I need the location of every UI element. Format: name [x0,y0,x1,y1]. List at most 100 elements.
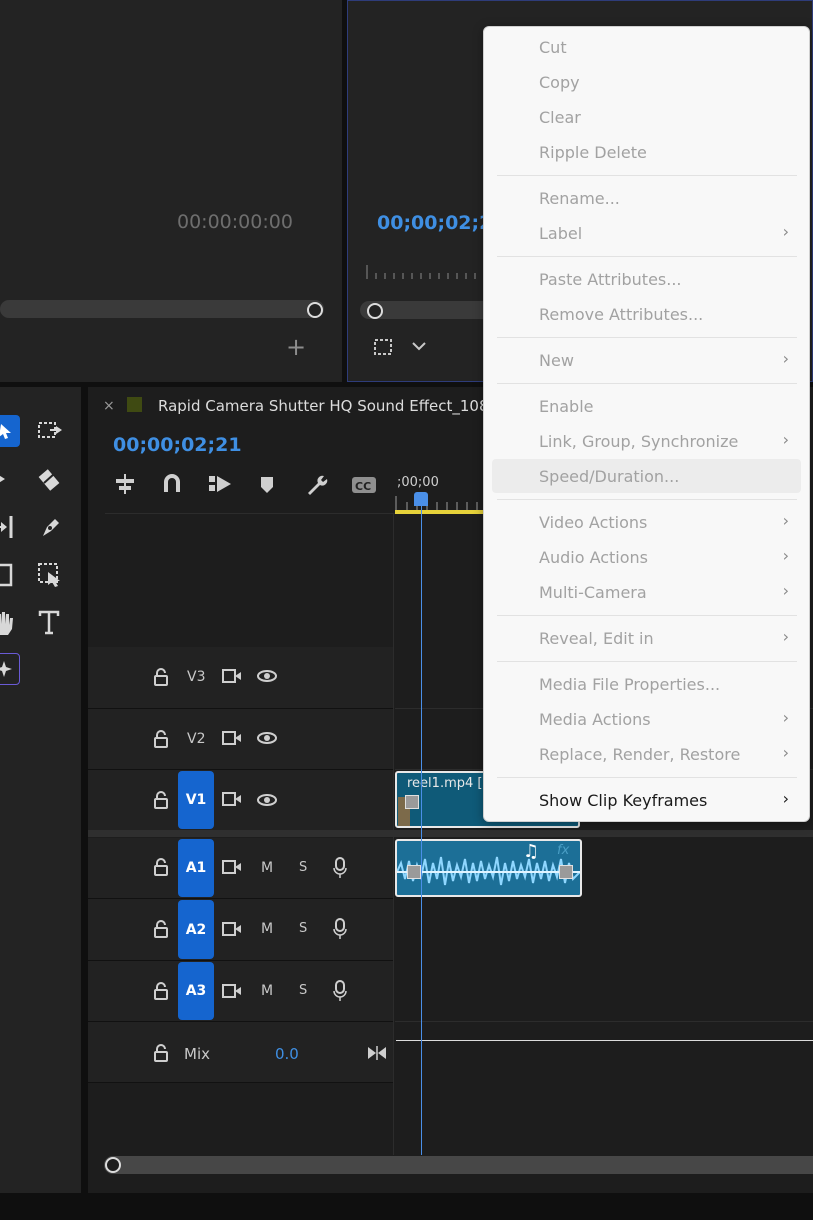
menu-item-rename[interactable]: Rename... [539,189,620,208]
audio-waveform [397,856,580,886]
camera-toggle-icon[interactable] [222,730,242,750]
mix-label: Mix [184,1045,210,1063]
menu-item-remove-attributes[interactable]: Remove Attributes... [539,305,703,324]
menu-item-show-clip-keyframes[interactable]: Show Clip Keyframes [539,791,707,810]
marker-icon[interactable] [257,474,277,496]
track-select-icon[interactable] [34,415,66,447]
lock-icon[interactable] [152,858,170,880]
track-label-v3: V3 [187,669,206,685]
add-icon[interactable]: + [286,333,306,361]
menu-item-ripple-delete[interactable]: Ripple Delete [539,143,647,162]
eye-icon[interactable] [257,793,277,811]
menu-item-paste-attributes[interactable]: Paste Attributes... [539,270,682,289]
menu-separator [497,777,797,778]
type-icon[interactable] [34,607,66,639]
track-header-mix[interactable] [88,1022,393,1083]
camera-toggle-icon[interactable] [222,668,242,688]
lock-icon[interactable] [152,668,170,690]
menu-item-multi-camera[interactable]: Multi-Camera [539,583,647,602]
mix-volume-line[interactable] [396,1040,813,1041]
generative-icon[interactable] [0,653,20,685]
music-note-icon: ♫ [523,841,540,862]
menu-item-enable[interactable]: Enable [539,397,594,416]
menu-item-replace-render-restore[interactable]: Replace, Render, Restore [539,745,740,764]
source-patch-a3[interactable]: A3 [178,962,214,1020]
menu-item-cut[interactable]: Cut [539,38,567,57]
fx-badge[interactable]: fx [557,843,569,858]
ripple-edit-icon[interactable] [0,463,18,495]
solo-button[interactable]: S [299,921,307,936]
go-to-edit-icon[interactable] [367,1045,387,1065]
program-scrub-knob[interactable] [367,303,383,319]
lock-icon[interactable] [152,982,170,1004]
source-patch-a2[interactable]: A2 [178,900,214,959]
playhead-line[interactable] [421,505,422,1155]
program-ruler[interactable] [366,263,484,281]
playhead-handle[interactable] [414,492,428,506]
mic-icon[interactable] [332,857,348,883]
transition-handle-icon[interactable] [407,865,421,879]
timeline-ruler[interactable] [395,496,485,514]
remix-icon[interactable] [34,559,66,591]
source-patch-a1[interactable]: A1 [178,839,214,897]
timeline-zoom-knob[interactable] [105,1157,121,1173]
track-lane-a3[interactable] [395,961,813,1022]
menu-item-speed-duration[interactable]: Speed/Duration... [539,467,679,486]
solo-button[interactable]: S [299,983,307,998]
pen-icon[interactable] [34,511,66,543]
audio-clip[interactable]: ♫ fx [395,839,582,897]
menu-item-media-actions[interactable]: Media Actions [539,710,651,729]
mute-button[interactable]: M [261,921,273,937]
lock-icon[interactable] [152,1044,170,1066]
source-patch-v1[interactable]: V1 [178,771,214,829]
transition-handle-icon[interactable] [405,795,419,809]
safe-margins-icon[interactable] [372,337,394,357]
menu-item-clear[interactable]: Clear [539,108,581,127]
timeline-horizontal-scrollbar[interactable] [104,1156,813,1174]
wrench-icon[interactable] [303,472,329,498]
linked-selection-icon[interactable] [207,472,233,496]
eye-icon[interactable] [257,669,277,687]
mic-icon[interactable] [332,980,348,1006]
menu-item-copy[interactable]: Copy [539,73,580,92]
mute-button[interactable]: M [261,983,273,999]
transition-handle-icon[interactable] [559,865,573,879]
mute-button[interactable]: M [261,860,273,876]
menu-item-link-group-synchronize[interactable]: Link, Group, Synchronize [539,432,738,451]
menu-separator [497,661,797,662]
selection-tool-icon[interactable] [0,415,20,447]
timeline-timecode[interactable]: 00;00;02;21 [113,434,242,456]
camera-toggle-icon[interactable] [222,983,242,1003]
source-timecode[interactable]: 00:00:00:00 [177,211,293,233]
chevron-down-icon[interactable] [410,339,428,353]
source-scrub-knob[interactable] [307,302,323,318]
source-scrubber[interactable] [0,300,324,318]
hand-icon[interactable] [0,607,18,639]
lock-icon[interactable] [152,730,170,752]
solo-button[interactable]: S [299,860,307,875]
lock-icon[interactable] [152,791,170,813]
menu-item-media-file-properties[interactable]: Media File Properties... [539,675,720,694]
slip-icon[interactable] [0,511,20,543]
mix-volume-value[interactable]: 0.0 [275,1045,299,1063]
lock-icon[interactable] [152,920,170,942]
insert-sequence-icon[interactable] [113,472,137,496]
menu-item-label[interactable]: Label [539,224,582,243]
menu-item-video-actions[interactable]: Video Actions [539,513,647,532]
mic-icon[interactable] [332,918,348,944]
snap-icon[interactable] [160,472,184,496]
razor-icon[interactable] [34,463,66,495]
camera-toggle-icon[interactable] [222,859,242,879]
program-timecode[interactable]: 00;00;02;2 [377,212,492,234]
captions-icon[interactable]: CC [351,475,377,495]
eye-icon[interactable] [257,731,277,749]
menu-item-new[interactable]: New [539,351,574,370]
rectangle-icon[interactable] [0,559,18,591]
close-tab-button[interactable]: × [103,398,115,414]
sequence-tab-title[interactable]: Rapid Camera Shutter HQ Sound Effect_108… [158,397,498,415]
video-audio-divider[interactable] [88,830,813,837]
camera-toggle-icon[interactable] [222,791,242,811]
menu-item-audio-actions[interactable]: Audio Actions [539,548,648,567]
camera-toggle-icon[interactable] [222,921,242,941]
menu-item-reveal-edit-in[interactable]: Reveal, Edit in [539,629,654,648]
